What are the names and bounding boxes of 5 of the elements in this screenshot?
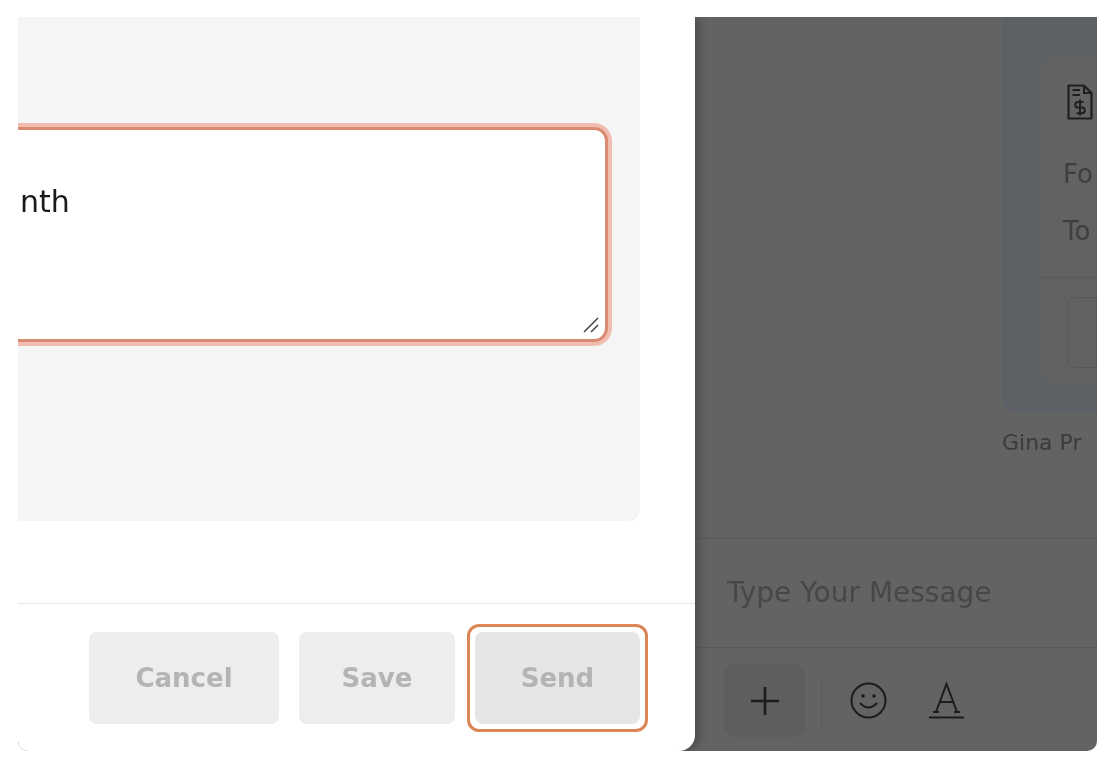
plus-icon bbox=[749, 685, 780, 716]
resize-handle-icon[interactable] bbox=[583, 317, 599, 333]
invoice-icon bbox=[1066, 83, 1094, 121]
text-format-icon[interactable] bbox=[928, 682, 965, 719]
smiley-icon[interactable] bbox=[850, 682, 887, 719]
